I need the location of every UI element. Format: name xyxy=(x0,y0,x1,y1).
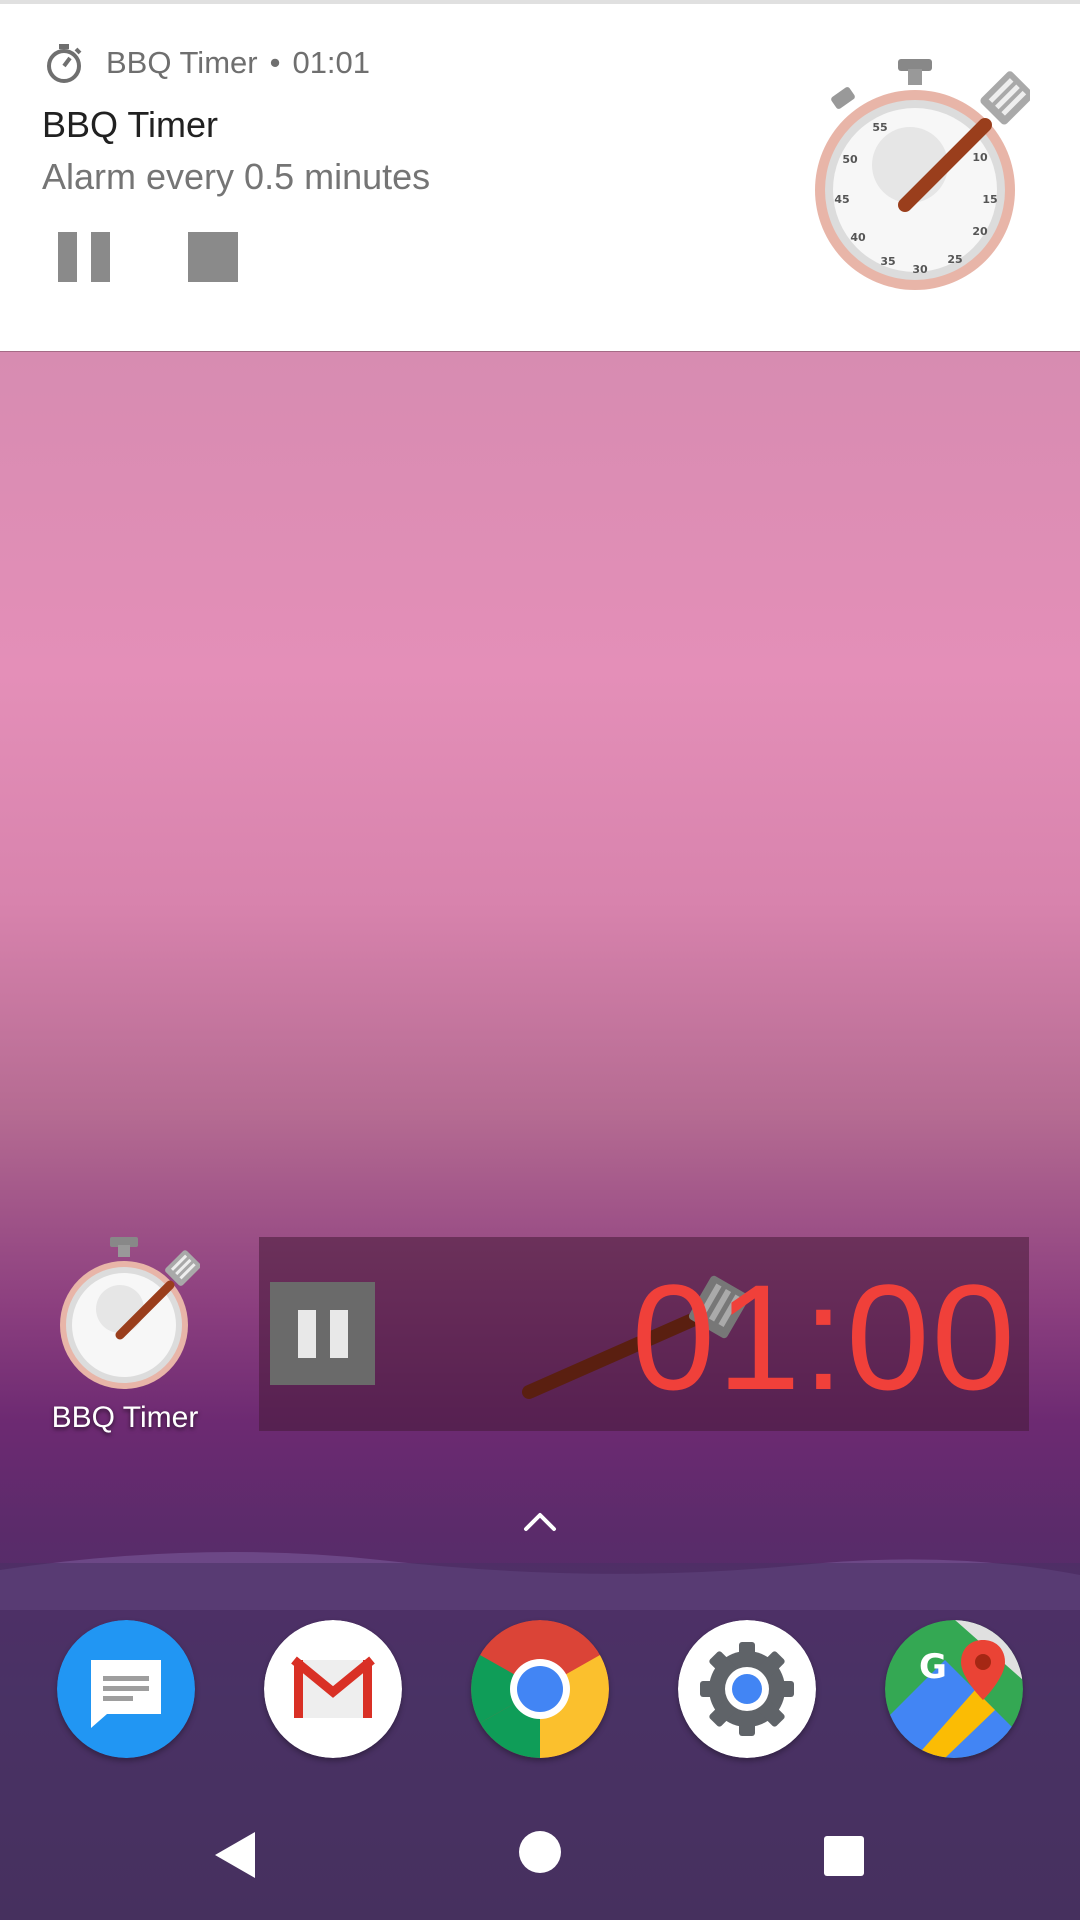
widget-timer-display: 01:00 xyxy=(631,1253,1017,1421)
chevron-up-icon[interactable] xyxy=(522,1505,558,1535)
notification-card[interactable]: BBQ Timer • 01:01 BBQ Timer Alarm every … xyxy=(0,0,1080,352)
chrome-icon[interactable] xyxy=(471,1620,609,1758)
pause-icon xyxy=(58,232,110,282)
notification-text: Alarm every 0.5 minutes xyxy=(42,156,431,197)
svg-text:10: 10 xyxy=(972,151,988,164)
status-bar-divider xyxy=(0,0,1080,4)
svg-text:15: 15 xyxy=(982,193,997,206)
notification-header: BBQ Timer • 01:01 xyxy=(42,38,370,88)
svg-text:50: 50 xyxy=(842,153,858,166)
settings-icon[interactable] xyxy=(678,1620,816,1758)
svg-text:55: 55 xyxy=(872,121,887,134)
bbq-timer-app-shortcut[interactable]: BBQ Timer xyxy=(40,1235,210,1435)
pause-icon xyxy=(297,1309,316,1358)
svg-text:35: 35 xyxy=(880,255,895,268)
recents-icon[interactable] xyxy=(823,1835,865,1877)
stop-icon xyxy=(188,232,238,282)
svg-text:30: 30 xyxy=(912,263,928,276)
notification-actions xyxy=(58,232,318,282)
svg-text:45: 45 xyxy=(834,193,849,206)
stopwatch-icon xyxy=(47,44,82,83)
svg-text:25: 25 xyxy=(947,253,962,266)
messages-icon[interactable] xyxy=(57,1620,195,1758)
notification-title: BBQ Timer xyxy=(42,104,219,145)
app-label: BBQ Timer xyxy=(51,1401,199,1434)
widget-pause-button[interactable] xyxy=(270,1282,375,1385)
bbq-stopwatch-icon xyxy=(60,1237,201,1389)
back-icon[interactable] xyxy=(213,1830,257,1880)
gmail-icon[interactable] xyxy=(264,1620,402,1758)
stop-button[interactable] xyxy=(188,232,240,282)
notification-time: 01:01 xyxy=(292,45,371,80)
bbq-timer-widget[interactable]: 01:00 xyxy=(259,1237,1029,1431)
svg-text:20: 20 xyxy=(972,225,988,238)
bbq-stopwatch-icon: 55 50 45 40 35 30 25 20 15 10 xyxy=(815,59,1030,290)
svg-text:40: 40 xyxy=(850,231,866,244)
notification-app-name: BBQ Timer xyxy=(106,45,258,80)
header-separator: • xyxy=(269,45,281,80)
maps-icon[interactable]: G xyxy=(885,1620,1023,1758)
pause-button[interactable] xyxy=(58,232,110,282)
svg-text:G: G xyxy=(919,1647,947,1687)
home-icon[interactable] xyxy=(518,1830,562,1874)
